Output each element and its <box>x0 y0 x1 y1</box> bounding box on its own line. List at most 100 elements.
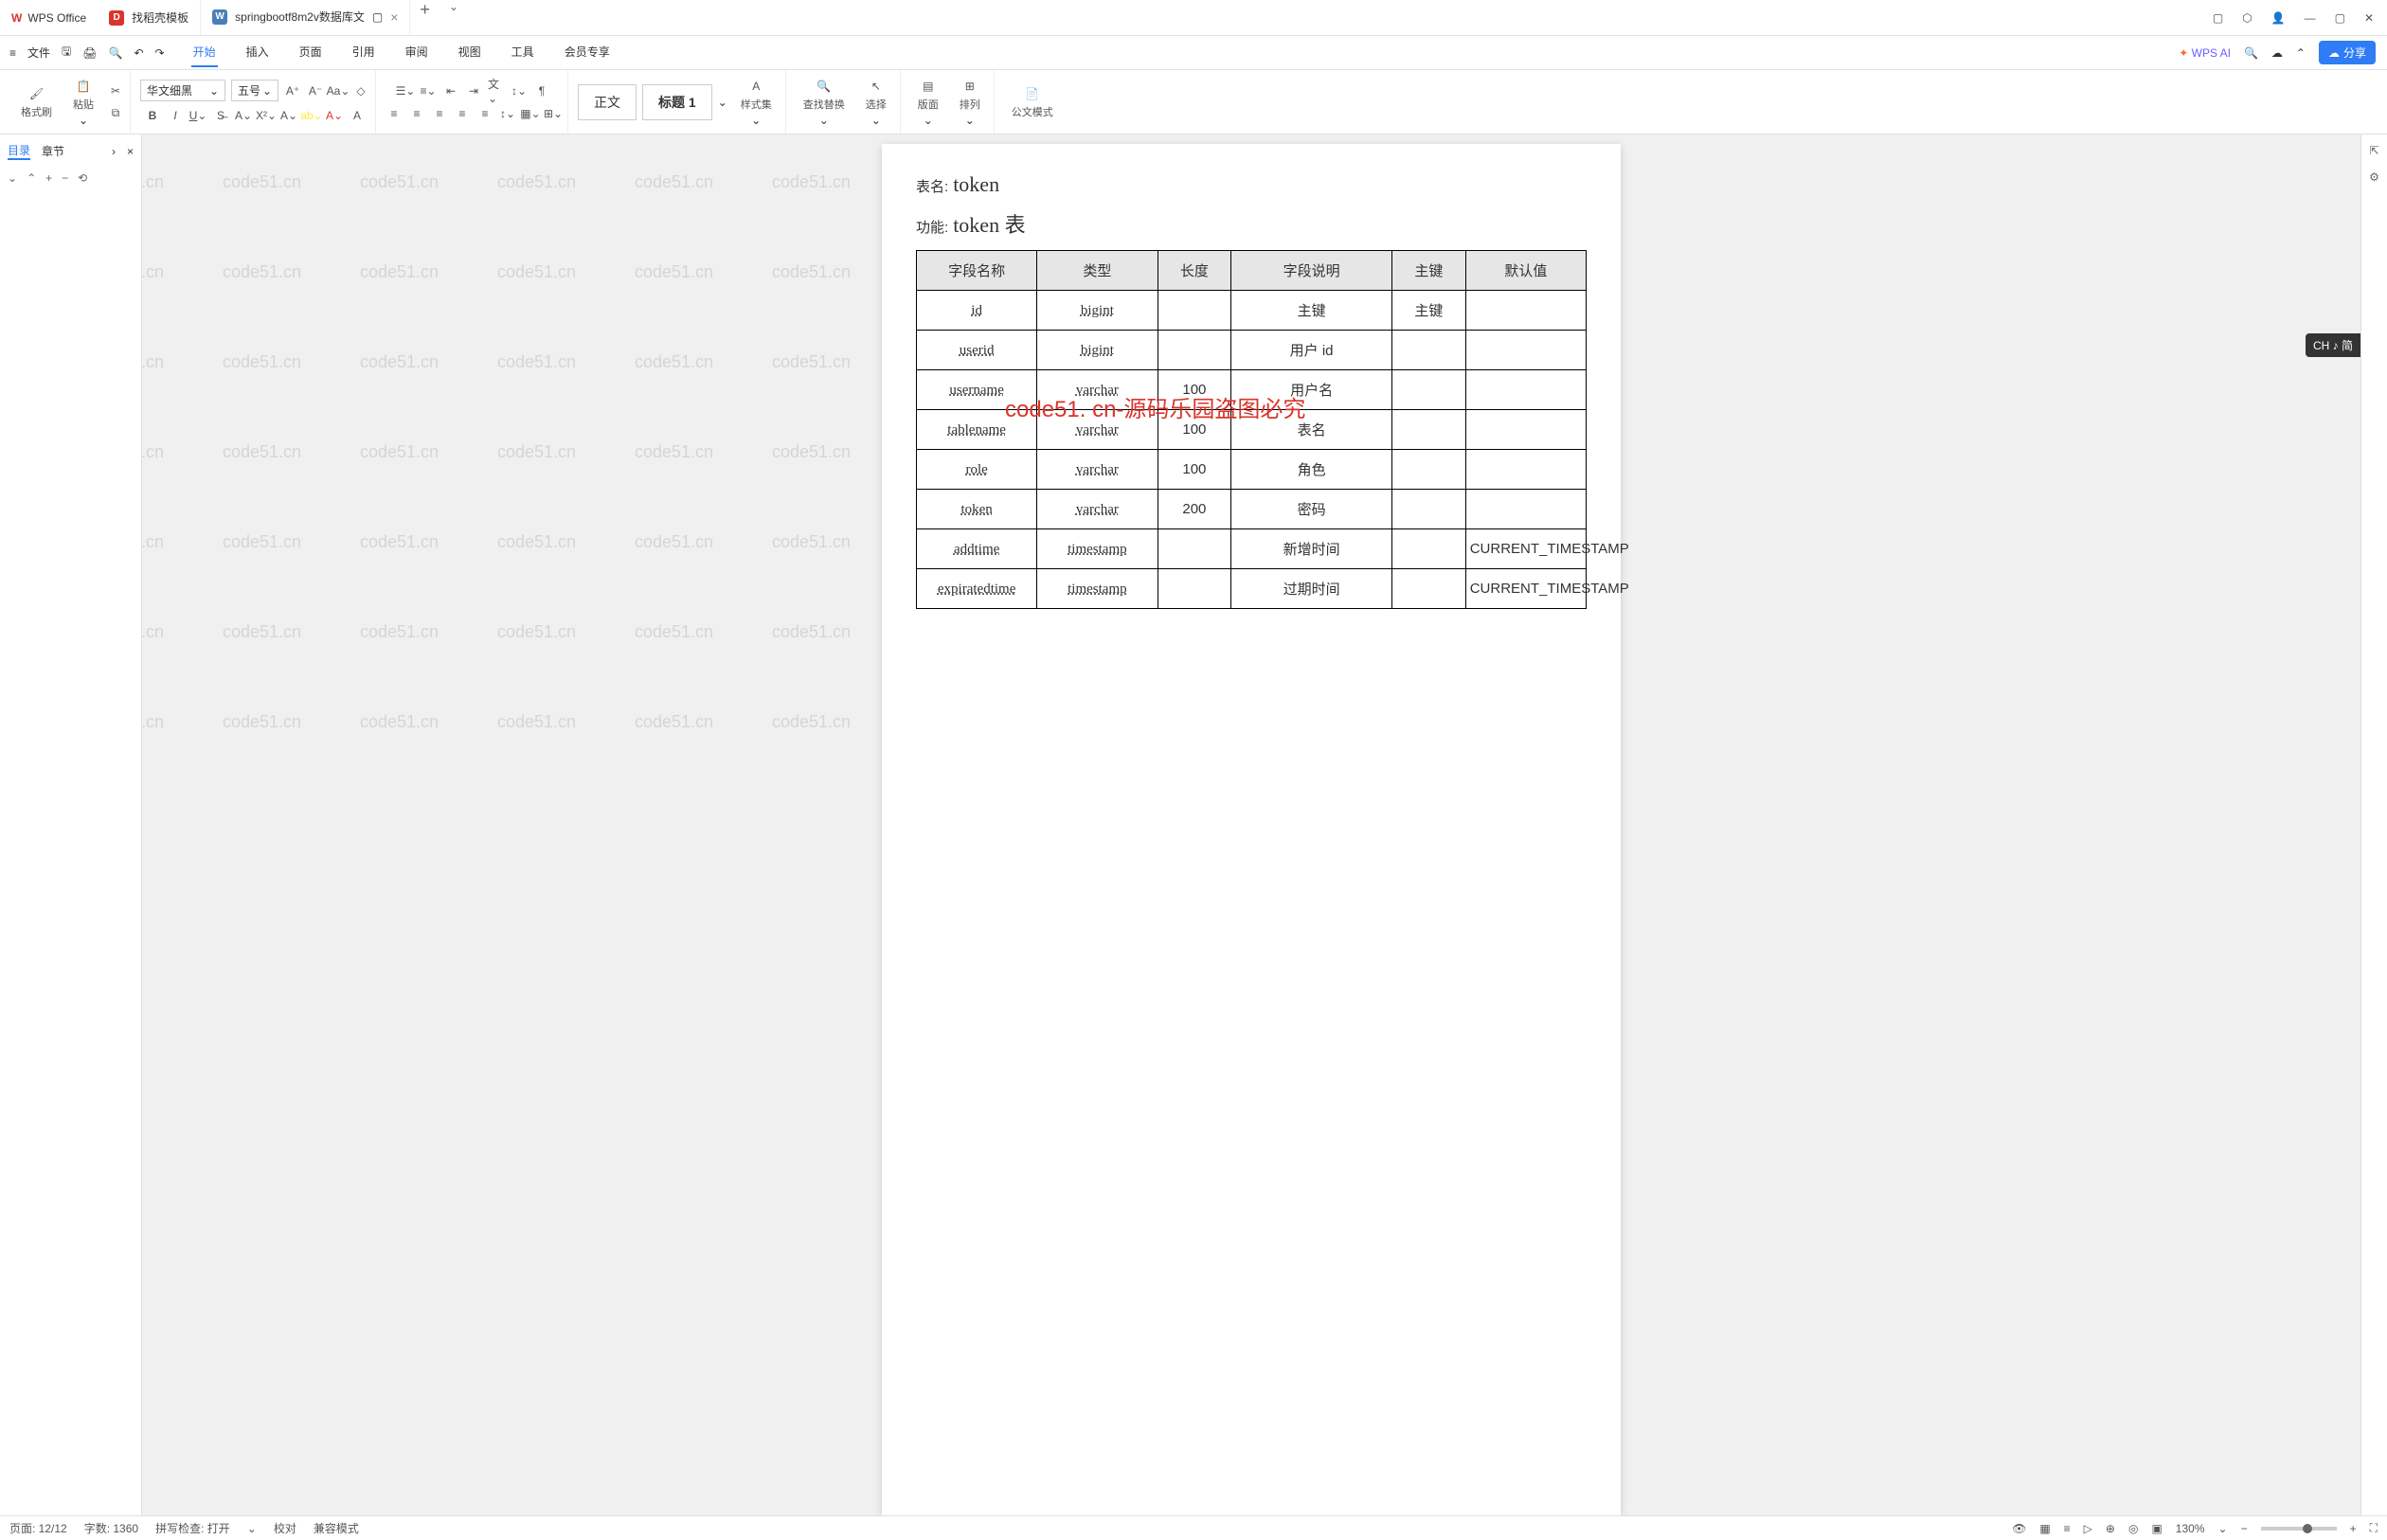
wps-ai-button[interactable]: ✦ WPS AI <box>2179 46 2231 60</box>
underline-icon[interactable]: U⌄ <box>189 107 206 124</box>
status-spell[interactable]: 拼写检查: 打开 <box>155 1520 230 1536</box>
bullets-icon[interactable]: ☰⌄ <box>397 82 414 99</box>
paste-button[interactable]: 📋粘贴⌄ <box>65 78 101 127</box>
italic-icon[interactable]: I <box>167 107 184 124</box>
table-cell[interactable]: 100 <box>1158 450 1231 490</box>
decrease-indent-icon[interactable]: ⇤ <box>442 82 459 99</box>
menu-icon[interactable]: ≡ <box>9 46 16 60</box>
table-row[interactable]: idbigint主键主键 <box>917 291 1587 331</box>
view-split-icon[interactable]: ▣ <box>2151 1522 2162 1535</box>
fullscreen-icon[interactable]: ⛶ <box>2370 1521 2378 1535</box>
table-cell[interactable] <box>1158 529 1231 569</box>
sidebar-tab-chapter[interactable]: 章节 <box>42 143 64 159</box>
tab-review[interactable]: 审阅 <box>404 38 430 67</box>
zoom-out-icon[interactable]: − <box>2241 1522 2248 1535</box>
show-marks-icon[interactable]: ¶ <box>533 82 550 99</box>
table-cell[interactable]: 角色 <box>1231 450 1392 490</box>
collapse-icon[interactable]: ⌃ <box>2296 46 2306 60</box>
increase-indent-icon[interactable]: ⇥ <box>465 82 482 99</box>
cut-icon[interactable]: ✂ <box>107 82 124 99</box>
status-page[interactable]: 页面: 12/12 <box>9 1520 67 1536</box>
table-cell[interactable]: 200 <box>1158 490 1231 529</box>
db-table[interactable]: 字段名称类型长度字段说明主键默认值 idbigint主键主键useridbigi… <box>916 250 1587 609</box>
table-cell[interactable]: 新增时间 <box>1231 529 1392 569</box>
text-effects-icon[interactable]: A⌄ <box>280 107 297 124</box>
undo-icon[interactable]: ↶ <box>134 46 143 60</box>
font-name-select[interactable]: 华文细黑⌄ <box>140 80 225 101</box>
status-proof[interactable]: 校对 <box>274 1520 296 1536</box>
decrease-font-icon[interactable]: A⁻ <box>307 82 324 99</box>
zoom-slider[interactable] <box>2261 1527 2337 1531</box>
table-cell[interactable] <box>1465 490 1586 529</box>
cube-icon[interactable]: ⬡ <box>2242 11 2252 25</box>
zoom-in-icon[interactable]: + <box>2350 1522 2357 1535</box>
table-cell[interactable]: 表名 <box>1231 410 1392 450</box>
table-cell[interactable] <box>1391 529 1465 569</box>
char-shading-icon[interactable]: A <box>349 107 366 124</box>
table-row[interactable]: addtimetimestamp新增时间CURRENT_TIMESTAMP <box>917 529 1587 569</box>
collapse-icon[interactable]: ⌄ <box>8 171 17 185</box>
table-cell[interactable] <box>1465 450 1586 490</box>
tab-page[interactable]: 页面 <box>297 38 324 67</box>
table-cell[interactable]: varchar <box>1037 450 1158 490</box>
increase-font-icon[interactable]: A⁺ <box>284 82 301 99</box>
tab-tools[interactable]: 工具 <box>510 38 536 67</box>
tab-reference[interactable]: 引用 <box>350 38 377 67</box>
table-cell[interactable] <box>1391 410 1465 450</box>
styles-more-icon[interactable]: ⌄ <box>718 96 727 109</box>
table-cell[interactable] <box>1158 569 1231 609</box>
table-cell[interactable]: addtime <box>917 529 1037 569</box>
superscript-icon[interactable]: X²⌄ <box>258 107 275 124</box>
table-cell[interactable] <box>1158 291 1231 331</box>
cloud-icon[interactable]: ☁ <box>2271 46 2283 60</box>
clear-format-icon[interactable]: ◇ <box>352 82 369 99</box>
file-menu[interactable]: 文件 <box>27 45 50 61</box>
table-row[interactable]: useridbigint用户 id <box>917 331 1587 370</box>
redo-icon[interactable]: ↷ <box>155 46 165 60</box>
expand-icon[interactable]: ⇱ <box>2369 144 2378 157</box>
table-cell[interactable]: 100 <box>1158 370 1231 410</box>
preview-icon[interactable]: 🔍 <box>109 46 123 60</box>
status-words[interactable]: 字数: 1360 <box>84 1520 138 1536</box>
distribute-icon[interactable]: ≡ <box>476 105 494 122</box>
table-cell[interactable]: timestamp <box>1037 569 1158 609</box>
align-center-icon[interactable]: ≡ <box>408 105 425 122</box>
table-cell[interactable]: role <box>917 450 1037 490</box>
tab-template[interactable]: D 找稻壳模板 <box>98 0 201 35</box>
style-set-button[interactable]: A样式集⌄ <box>733 78 780 127</box>
table-cell[interactable]: varchar <box>1037 490 1158 529</box>
minimize-button[interactable]: — <box>2305 11 2316 25</box>
status-compat[interactable]: 兼容模式 <box>314 1520 359 1536</box>
print-icon[interactable]: 🖨 <box>82 46 97 60</box>
view-outline-icon[interactable]: ≡ <box>2064 1522 2071 1535</box>
table-cell[interactable] <box>1465 331 1586 370</box>
save-icon[interactable]: 🖫 <box>62 43 71 63</box>
close-icon[interactable]: × <box>127 145 134 158</box>
sidebar-tab-toc[interactable]: 目录 <box>8 142 30 160</box>
table-cell[interactable]: timestamp <box>1037 529 1158 569</box>
sort-icon[interactable]: ↕⌄ <box>511 82 528 99</box>
chevron-right-icon[interactable]: › <box>112 145 116 158</box>
align-justify-icon[interactable]: ≡ <box>454 105 471 122</box>
link-icon[interactable]: ⟲ <box>78 171 87 185</box>
table-cell[interactable]: 密码 <box>1231 490 1392 529</box>
numbering-icon[interactable]: ≡⌄ <box>420 82 437 99</box>
tab-member[interactable]: 会员专享 <box>563 38 612 67</box>
font-color-icon[interactable]: A⌄ <box>326 107 343 124</box>
table-cell[interactable]: 用户 id <box>1231 331 1392 370</box>
table-cell[interactable] <box>1465 370 1586 410</box>
remove-icon[interactable]: − <box>62 171 68 185</box>
table-cell[interactable]: username <box>917 370 1037 410</box>
emphasis-icon[interactable]: A⌄ <box>235 107 252 124</box>
table-cell[interactable] <box>1465 410 1586 450</box>
table-cell[interactable]: bigint <box>1037 291 1158 331</box>
table-cell[interactable]: 用户名 <box>1231 370 1392 410</box>
tab-menu-button[interactable]: ⌄ <box>440 0 468 35</box>
table-cell[interactable]: token <box>917 490 1037 529</box>
zoom-value[interactable]: 130% <box>2176 1522 2205 1535</box>
borders-icon[interactable]: ⊞⌄ <box>545 105 562 122</box>
close-icon[interactable]: × <box>390 9 398 25</box>
expand-icon[interactable]: ⌃ <box>27 171 36 185</box>
table-row[interactable]: rolevarchar100角色 <box>917 450 1587 490</box>
copy-icon[interactable]: ⧉ <box>107 105 124 122</box>
